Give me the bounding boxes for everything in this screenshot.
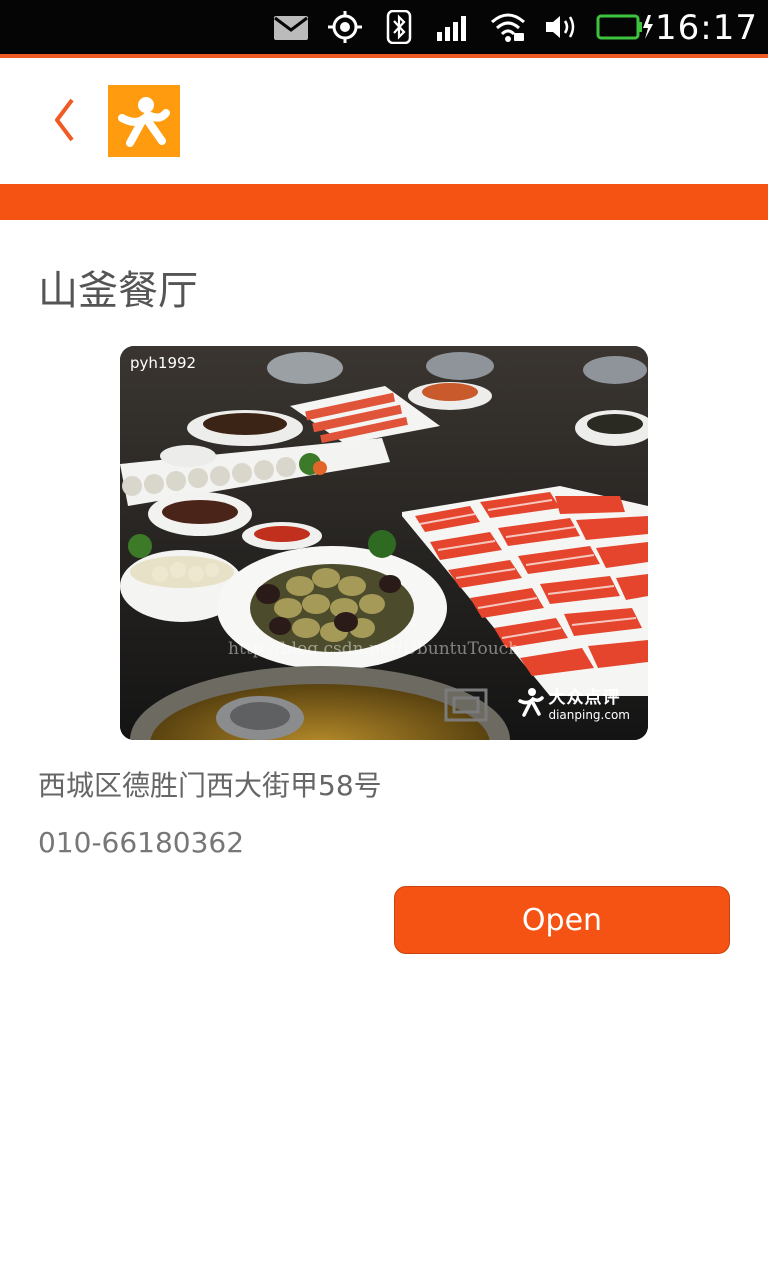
photo-brand-cn: 大众点评	[548, 688, 621, 708]
signal-icon	[437, 16, 466, 41]
dianping-watermark-icon	[518, 688, 545, 717]
dianping-person-icon	[118, 97, 170, 147]
food-photo-illustration	[120, 346, 648, 740]
restaurant-photo: pyh1992 http://blog.csdn.net/UbuntuTouch…	[120, 346, 648, 740]
photo-watermark-url: http://blog.csdn.net/UbuntuTouch	[228, 639, 520, 659]
wifi-icon	[491, 13, 525, 42]
restaurant-address: 西城区德胜门西大街甲58号	[38, 769, 382, 802]
photo-brand-en: dianping.com	[548, 708, 630, 722]
status-bar: 16:17	[0, 0, 768, 54]
restaurant-phone[interactable]: 010-66180362	[38, 826, 244, 859]
location-icon	[328, 11, 362, 43]
app-header	[0, 58, 768, 184]
bluetooth-icon	[386, 10, 412, 44]
back-button[interactable]	[40, 90, 88, 150]
photo-brand-watermark: 大众点评 dianping.com	[518, 683, 630, 722]
open-button[interactable]: Open	[394, 886, 730, 954]
mail-icon	[274, 16, 308, 40]
photo-credit: pyh1992	[130, 354, 197, 372]
chevron-left-icon	[55, 98, 74, 142]
dianping-logo[interactable]	[108, 85, 180, 157]
battery-icon	[596, 14, 653, 40]
volume-icon	[546, 16, 575, 38]
restaurant-name: 山釜餐厅	[38, 268, 198, 314]
accent-band	[0, 184, 768, 220]
status-time: 16:17	[655, 8, 758, 48]
